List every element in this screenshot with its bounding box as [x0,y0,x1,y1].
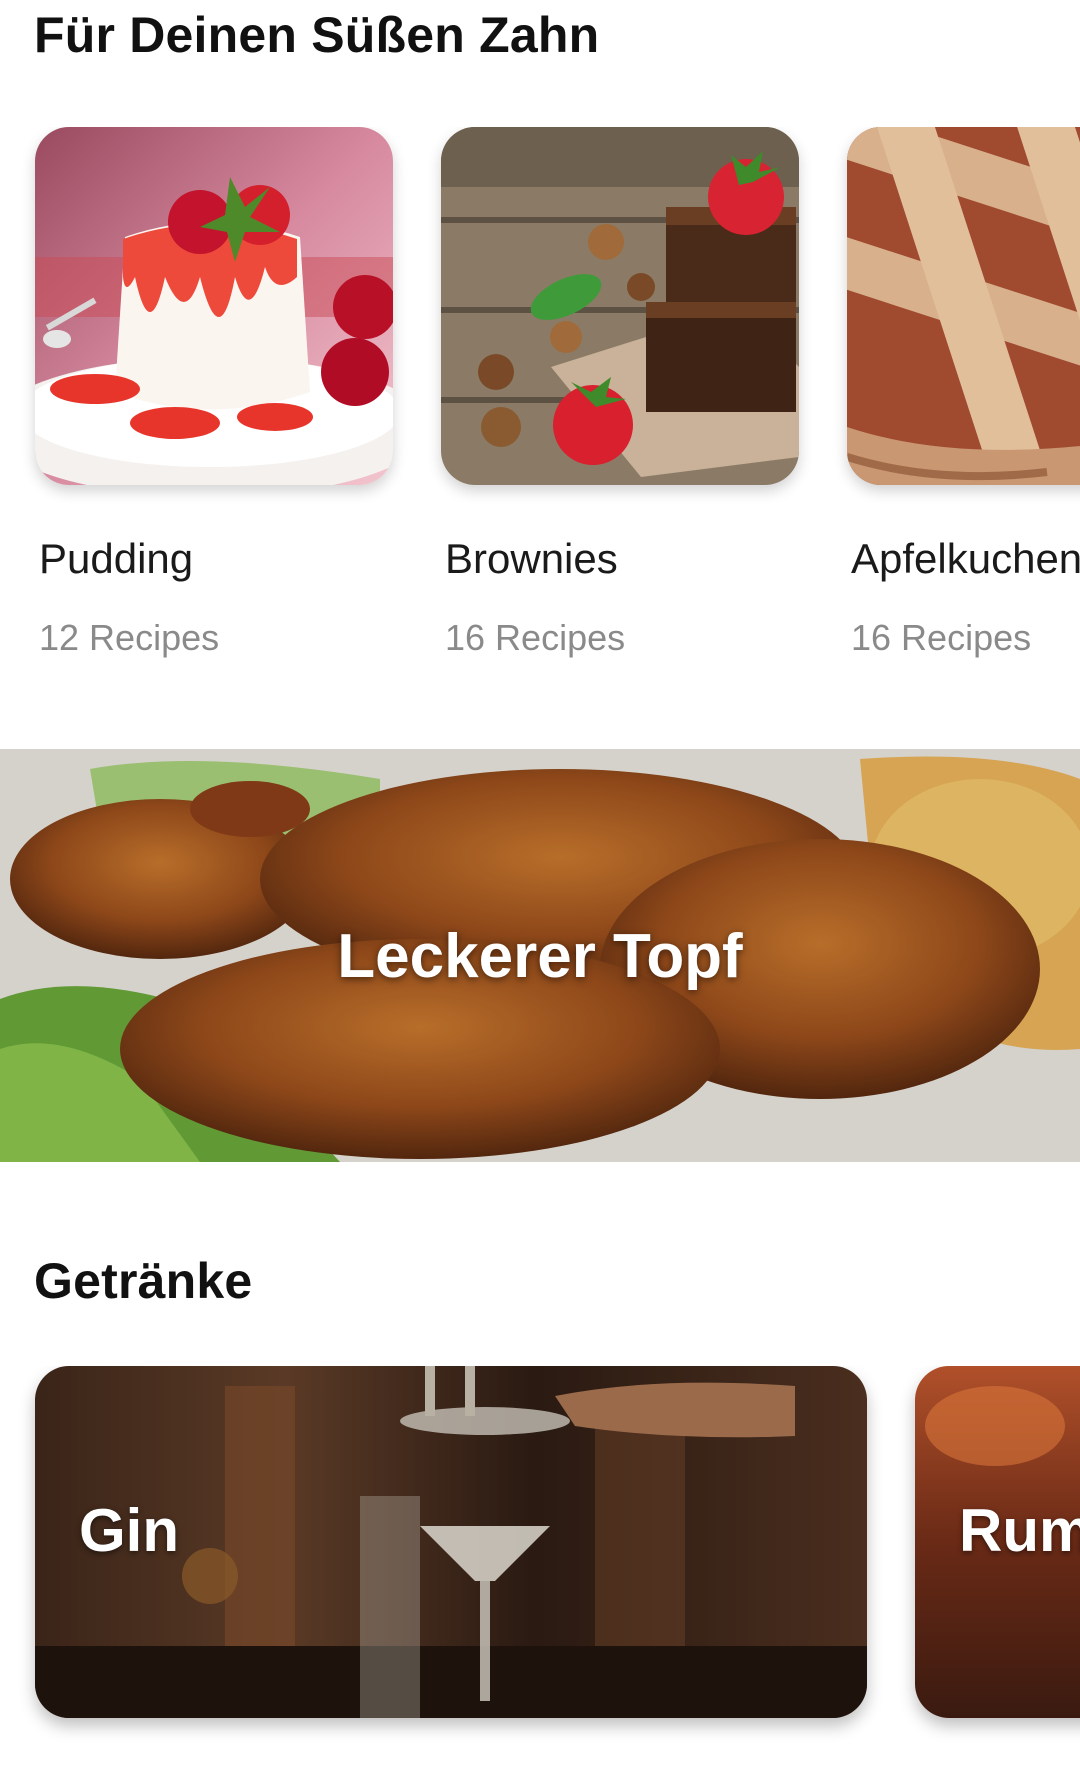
drink-card-rum[interactable]: Rum [915,1366,1080,1718]
category-card-apfelkuchen[interactable]: Apfelkuchen 16 Recipes [847,127,1080,658]
recipe-count: 12 Recipes [39,617,220,658]
category-name: Apfelkuchen [851,535,1080,582]
featured-banner[interactable]: Leckerer Topf [0,749,1080,1162]
drinks-carousel[interactable]: Gin Rum [0,1366,1080,1746]
section-title-sweet: Für Deinen Süßen Zahn [34,7,600,63]
category-card-brownies[interactable]: Brownies 16 Recipes [441,127,801,658]
recipe-count: 16 Recipes [445,617,626,658]
sweet-carousel[interactable]: Pudding 12 Recipes Brownies 16 Recipes A… [0,127,1080,687]
drink-label: Rum [959,1497,1080,1564]
brownies-image [441,127,799,485]
recipes-home-screen: Für Deinen Süßen Zahn Pudding 12 Recipes… [0,0,1080,1792]
drink-label: Gin [79,1497,179,1564]
recipe-count: 16 Recipes [851,617,1032,658]
pudding-image [35,127,393,485]
drink-card-gin[interactable]: Gin [35,1366,867,1718]
banner-title: Leckerer Topf [337,922,743,991]
category-card-pudding[interactable]: Pudding 12 Recipes [35,127,395,658]
category-name: Pudding [39,535,194,582]
section-title-drinks: Getränke [34,1253,253,1309]
apple-pie-image [847,127,1080,485]
category-name: Brownies [445,535,618,582]
